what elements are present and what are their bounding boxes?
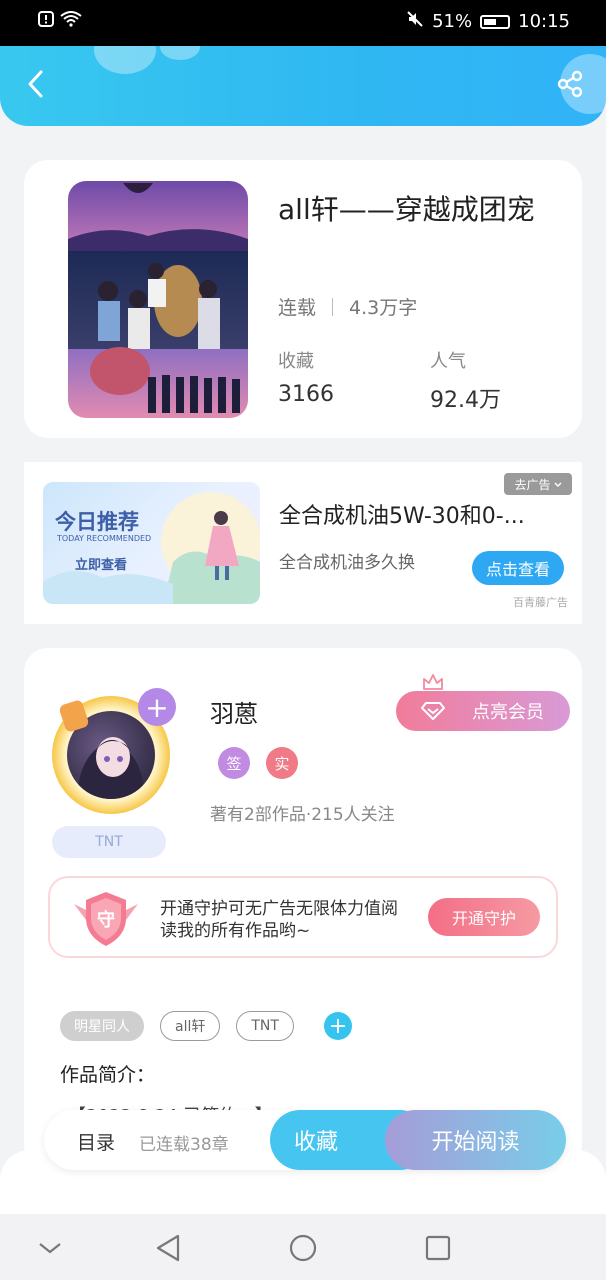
book-cover[interactable] (68, 181, 248, 418)
ad-image-subline: TODAY RECOMMENDED (57, 534, 152, 543)
back-button[interactable] (18, 68, 54, 104)
chapter-count: 已连载38章 (139, 1135, 229, 1155)
recents-nav-icon[interactable] (422, 1232, 454, 1264)
share-icon (556, 70, 584, 102)
ad-image-headline: 今日推荐 (55, 510, 139, 534)
chevron-left-icon (26, 69, 46, 103)
share-button[interactable] (552, 68, 588, 104)
ad-image-button: 立即查看 (75, 558, 128, 573)
ad-banner[interactable]: 今日推荐 TODAY RECOMMENDED 立即查看 全合成机油5W-30和0… (24, 462, 582, 624)
add-tag-button[interactable]: + (323, 1012, 352, 1040)
verified-badge: 实 (266, 747, 298, 779)
guard-shield-icon: 守 (72, 890, 140, 948)
follow-button[interactable]: + (138, 688, 176, 726)
remove-ad-button[interactable]: 去广告 (504, 473, 572, 495)
book-title: all轩——穿越成团宠 (278, 193, 535, 226)
author-stats: 著有2部作品·215人关注 (210, 805, 395, 825)
ad-cta-button[interactable]: 点击查看 (472, 551, 564, 585)
ad-description: 全合成机油多久换 (279, 553, 415, 573)
alert-icon (38, 11, 54, 31)
vip-button[interactable]: 点亮会员 (396, 691, 570, 731)
author-name[interactable]: 羽蒽 (210, 694, 258, 729)
mute-icon (406, 10, 424, 33)
system-nav-bar (0, 1214, 606, 1280)
author-badges: 签 实 (218, 747, 298, 779)
favorites-count: 3166 (278, 382, 334, 407)
open-guard-button[interactable]: 开通守护 (428, 898, 540, 936)
wifi-icon (60, 11, 82, 31)
remove-ad-label: 去广告 (514, 477, 551, 492)
divider (332, 297, 334, 316)
fan-badge: TNT (52, 826, 166, 858)
home-nav-icon[interactable] (287, 1232, 319, 1264)
serial-status: 连载 (278, 297, 317, 319)
popularity-label: 人气 (430, 351, 466, 372)
chevron-down-icon (554, 477, 562, 491)
toc-button[interactable]: 目录 (77, 1128, 115, 1155)
battery-percent: 51% (432, 11, 473, 32)
ad-title[interactable]: 全合成机油5W-30和0-... (279, 498, 525, 530)
ad-image[interactable]: 今日推荐 TODAY RECOMMENDED 立即查看 (43, 482, 260, 604)
start-reading-button[interactable]: 开始阅读 (385, 1110, 566, 1170)
book-meta: 连载 4.3万字 (278, 293, 417, 320)
action-bar: 目录 已连载38章 收藏 开始阅读 (44, 1110, 566, 1170)
book-info-card: all轩——穿越成团宠 连载 4.3万字 收藏 3166 人气 92.4万 (24, 160, 582, 438)
clock: 10:15 (518, 11, 570, 32)
guard-text: 开通守护可无广告无限体力值阅读我的所有作品哟~ (160, 899, 398, 941)
author-card: + TNT 羽蒽 签 实 著有2部作品·215人关注 点亮会员 守 开通守护可无… (24, 648, 582, 1168)
back-nav-icon[interactable] (152, 1232, 184, 1264)
battery-icon (480, 14, 511, 29)
tag-item[interactable]: TNT (236, 1011, 294, 1041)
vip-label: 点亮会员 (472, 702, 544, 723)
author-avatar[interactable]: + (52, 688, 177, 814)
decor-bubble (94, 46, 156, 74)
tag-list: 明星同人 all轩 TNT + (60, 1011, 352, 1041)
ad-source: 百青藤广告 (513, 596, 568, 609)
header (0, 46, 606, 126)
status-bar: 51% 10:15 (0, 0, 606, 46)
guard-promo: 守 开通守护可无广告无限体力值阅读我的所有作品哟~ 开通守护 (48, 876, 558, 958)
tag-item[interactable]: all轩 (160, 1011, 221, 1041)
collapse-nav-icon[interactable] (34, 1232, 66, 1264)
signed-badge: 签 (218, 747, 250, 779)
favorites-label: 收藏 (278, 351, 314, 372)
word-count: 4.3万字 (349, 297, 418, 319)
popularity-count: 92.4万 (430, 388, 501, 413)
diamond-icon (420, 701, 446, 726)
tag-item[interactable]: 明星同人 (60, 1011, 144, 1041)
intro-label: 作品简介： (60, 1064, 156, 1086)
decor-bubble (160, 46, 200, 60)
guard-icon-label: 守 (97, 910, 115, 931)
